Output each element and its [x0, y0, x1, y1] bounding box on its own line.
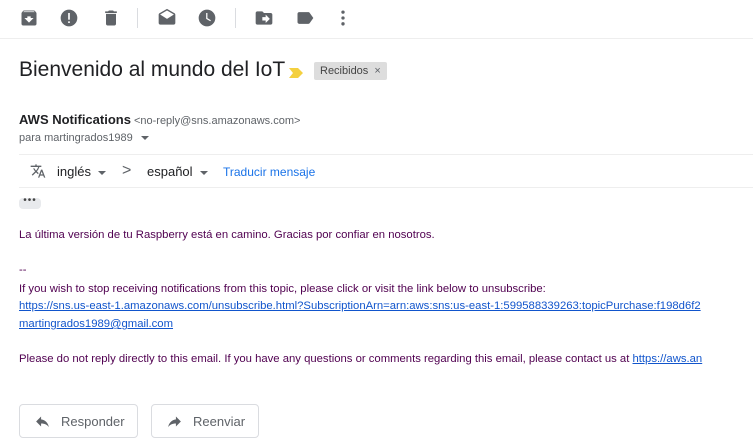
- toolbar-divider: [137, 8, 138, 28]
- archive-icon[interactable]: [18, 7, 40, 29]
- reply-icon: [36, 416, 49, 427]
- chevron-down-icon: [97, 170, 106, 175]
- email-address-link[interactable]: martingrados1989@gmail.com: [19, 318, 173, 330]
- reply-label: Responder: [61, 413, 125, 429]
- target-language-select[interactable]: español: [147, 164, 208, 179]
- body-separator: --: [19, 264, 27, 276]
- recipient-info: para martingrados1989: [19, 132, 149, 144]
- label-icon[interactable]: [294, 7, 316, 29]
- report-spam-icon[interactable]: [58, 7, 80, 29]
- body-line-intro: La última versión de tu Raspberry está e…: [19, 229, 435, 241]
- contact-link[interactable]: https://aws.an: [633, 353, 703, 365]
- reply-button[interactable]: Responder: [19, 404, 138, 438]
- message-toolbar: [0, 0, 753, 36]
- source-language-select[interactable]: inglés: [57, 164, 106, 179]
- forward-button[interactable]: Reenviar: [151, 404, 259, 438]
- source-language-label: inglés: [57, 164, 91, 179]
- toolbar-divider-line: [0, 38, 753, 39]
- translate-icon: [29, 163, 47, 179]
- show-details-chevron-icon[interactable]: [140, 136, 149, 141]
- translate-bottom-divider: [19, 187, 753, 188]
- translate-arrow-icon: >: [122, 162, 132, 179]
- snooze-icon[interactable]: [196, 7, 218, 29]
- sender-info: AWS Notifications <no-reply@sns.amazonaws…: [19, 112, 300, 127]
- translate-message-link[interactable]: Traducir mensaje: [223, 165, 315, 179]
- importance-marker-icon[interactable]: [289, 65, 303, 78]
- translate-top-divider: [19, 154, 753, 155]
- unsubscribe-link[interactable]: https://sns.us-east-1.amazonaws.com/unsu…: [19, 300, 701, 312]
- remove-label-button[interactable]: ×: [374, 65, 380, 77]
- toolbar-divider: [235, 8, 236, 28]
- translate-bar: inglés > español Traducir mensaje: [19, 156, 753, 186]
- move-to-icon[interactable]: [253, 7, 275, 29]
- more-vert-icon[interactable]: [332, 7, 354, 29]
- body-line-unsubscribe-info: If you wish to stop receiving notificati…: [19, 283, 546, 295]
- email-subject: Bienvenido al mundo del IoT: [19, 58, 286, 81]
- inbox-label-chip: Recibidos ×: [314, 62, 387, 80]
- sender-name: AWS Notifications: [19, 112, 131, 127]
- body-line-contact: Please do not reply directly to this ema…: [19, 353, 702, 365]
- recipient-text: para martingrados1989: [19, 132, 133, 144]
- label-text: Recibidos: [320, 65, 369, 77]
- sender-email: <no-reply@sns.amazonaws.com>: [133, 115, 301, 127]
- contact-text: Please do not reply directly to this ema…: [19, 353, 630, 365]
- chevron-down-icon: [199, 170, 208, 175]
- forward-label: Reenviar: [193, 413, 246, 429]
- show-trimmed-content-button[interactable]: •••: [19, 196, 41, 209]
- delete-icon[interactable]: [100, 7, 122, 29]
- mark-unread-icon[interactable]: [156, 7, 178, 29]
- forward-icon: [168, 416, 181, 427]
- target-language-label: español: [147, 164, 193, 179]
